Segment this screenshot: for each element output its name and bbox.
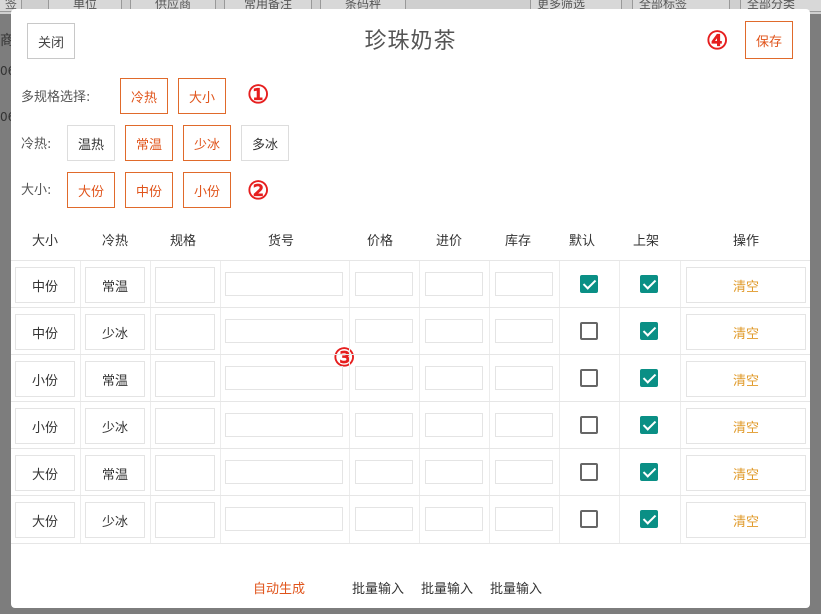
row-price-input[interactable] [355, 507, 413, 531]
spec-option-temperature[interactable]: 冷热 [120, 78, 168, 114]
row-stock-input[interactable] [495, 507, 553, 531]
temperature-label: 冷热: [21, 137, 52, 152]
row-stock-input[interactable] [495, 413, 553, 437]
spec-select-label: 多规格选择: [21, 90, 91, 105]
row-default-checkbox[interactable] [580, 510, 598, 528]
temperature-option-warm[interactable]: 温热 [67, 125, 115, 161]
table-row: 小份 少冰 清空 [11, 401, 810, 448]
row-on-shelf-checkbox[interactable] [640, 510, 658, 528]
row-default-checkbox[interactable] [580, 275, 598, 293]
table-bottom-divider [11, 543, 810, 544]
row-default-checkbox[interactable] [580, 369, 598, 387]
row-stock-input[interactable] [495, 319, 553, 343]
header-actions: 操作 [732, 234, 759, 249]
row-cost-input[interactable] [425, 413, 483, 437]
row-stock-input[interactable] [495, 366, 553, 390]
auto-generate-button[interactable]: 自动生成 [253, 578, 305, 597]
table-row: 小份 常温 清空 [11, 354, 810, 401]
row-temperature-cell: 少冰 [85, 408, 145, 444]
row-cost-input[interactable] [425, 366, 483, 390]
row-temperature-cell: 常温 [85, 267, 145, 303]
row-spec-input[interactable] [155, 314, 215, 350]
row-temperature-cell: 少冰 [85, 502, 145, 538]
row-stock-input[interactable] [495, 460, 553, 484]
modal-title: 珍珠奶茶 [364, 29, 457, 54]
row-price-input[interactable] [355, 413, 413, 437]
annotation-marker-2: ② [247, 176, 270, 205]
header-price: 价格 [366, 234, 393, 249]
row-price-input[interactable] [355, 366, 413, 390]
row-spec-input[interactable] [155, 267, 215, 303]
row-sku-input[interactable] [225, 272, 343, 296]
row-clear-button[interactable]: 清空 [686, 455, 806, 491]
row-sku-input[interactable] [225, 507, 343, 531]
row-clear-button[interactable]: 清空 [686, 267, 806, 303]
row-temperature-cell: 常温 [85, 455, 145, 491]
batch-input-price-button[interactable]: 批量输入 [352, 578, 404, 597]
table-row: 大份 常温 清空 [11, 448, 810, 495]
row-on-shelf-checkbox[interactable] [640, 416, 658, 434]
row-price-input[interactable] [355, 460, 413, 484]
header-default: 默认 [568, 234, 595, 249]
row-spec-input[interactable] [155, 502, 215, 538]
spec-option-size[interactable]: 大小 [178, 78, 226, 114]
row-spec-input[interactable] [155, 361, 215, 397]
table-row: 中份 常温 清空 [11, 260, 810, 307]
row-temperature-cell: 常温 [85, 361, 145, 397]
row-size-cell: 小份 [15, 361, 75, 397]
header-stock: 库存 [504, 234, 531, 249]
row-cost-input[interactable] [425, 272, 483, 296]
header-size: 大小 [31, 234, 58, 249]
row-on-shelf-checkbox[interactable] [640, 275, 658, 293]
header-cost: 进价 [435, 234, 462, 249]
size-label: 大小: [21, 183, 52, 198]
row-sku-input[interactable] [225, 319, 343, 343]
row-cost-input[interactable] [425, 460, 483, 484]
batch-input-stock-button[interactable]: 批量输入 [490, 578, 542, 597]
annotation-marker-1: ① [247, 80, 270, 109]
row-sku-input[interactable] [225, 460, 343, 484]
row-clear-button[interactable]: 清空 [686, 361, 806, 397]
row-cost-input[interactable] [425, 319, 483, 343]
batch-input-cost-button[interactable]: 批量输入 [421, 578, 473, 597]
header-on-shelf: 上架 [632, 234, 659, 249]
row-on-shelf-checkbox[interactable] [640, 369, 658, 387]
row-size-cell: 中份 [15, 267, 75, 303]
row-clear-button[interactable]: 清空 [686, 408, 806, 444]
row-stock-input[interactable] [495, 272, 553, 296]
row-default-checkbox[interactable] [580, 463, 598, 481]
size-option-medium[interactable]: 中份 [125, 172, 173, 208]
row-size-cell: 大份 [15, 455, 75, 491]
temperature-option-less-ice[interactable]: 少冰 [183, 125, 231, 161]
row-on-shelf-checkbox[interactable] [640, 322, 658, 340]
table-row: 中份 少冰 清空 [11, 307, 810, 354]
table-row: 大份 少冰 清空 [11, 495, 810, 542]
spec-modal: 关闭 珍珠奶茶 保存 ① ② ③ ④ 多规格选择: 冷热 大小 冷热: 温热 常… [11, 9, 810, 608]
row-price-input[interactable] [355, 319, 413, 343]
row-on-shelf-checkbox[interactable] [640, 463, 658, 481]
size-option-large[interactable]: 大份 [67, 172, 115, 208]
row-sku-input[interactable] [225, 413, 343, 437]
row-default-checkbox[interactable] [580, 322, 598, 340]
header-spec: 规格 [169, 234, 196, 249]
row-sku-input[interactable] [225, 366, 343, 390]
row-size-cell: 中份 [15, 314, 75, 350]
temperature-option-room[interactable]: 常温 [125, 125, 173, 161]
row-size-cell: 小份 [15, 408, 75, 444]
row-size-cell: 大份 [15, 502, 75, 538]
row-default-checkbox[interactable] [580, 416, 598, 434]
row-spec-input[interactable] [155, 408, 215, 444]
row-clear-button[interactable]: 清空 [686, 502, 806, 538]
save-button[interactable]: 保存 [745, 21, 793, 59]
row-clear-button[interactable]: 清空 [686, 314, 806, 350]
row-price-input[interactable] [355, 272, 413, 296]
header-temperature: 冷热 [101, 234, 128, 249]
annotation-marker-4: ④ [706, 26, 729, 55]
row-temperature-cell: 少冰 [85, 314, 145, 350]
row-spec-input[interactable] [155, 455, 215, 491]
header-sku: 货号 [267, 234, 294, 249]
row-cost-input[interactable] [425, 507, 483, 531]
size-option-small[interactable]: 小份 [183, 172, 231, 208]
temperature-option-more-ice[interactable]: 多冰 [241, 125, 289, 161]
